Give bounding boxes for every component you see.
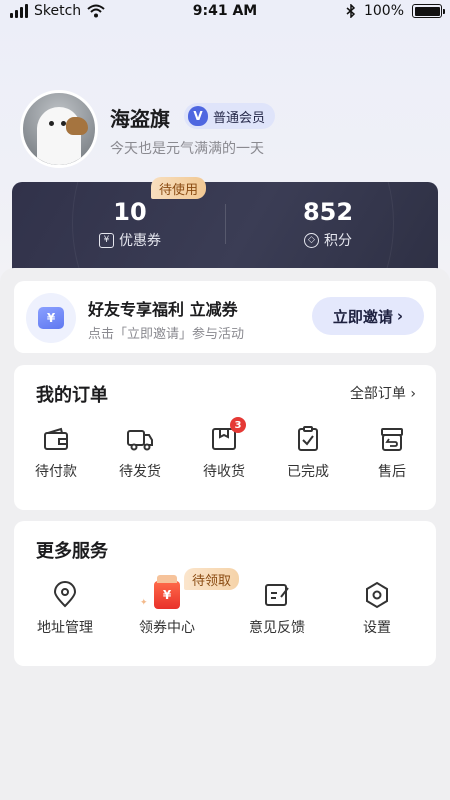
order-item-label: 待发货 (119, 464, 161, 480)
all-orders-link[interactable]: 全部订单 › (350, 383, 416, 403)
coupon-stat[interactable]: 10 ¥ 优惠券 (30, 198, 230, 250)
chevron-right-icon: › (396, 307, 404, 325)
order-item-to-receive[interactable]: 3 待收货 (182, 417, 266, 481)
profile-name: 海盗旗 (110, 107, 170, 131)
orders-card: 我的订单 全部订单 › 待付款 待发货 3 待收货 已完成 售后 (14, 365, 436, 510)
status-bar: Sketch 9:41 AM 100% (0, 0, 450, 24)
service-item-feedback[interactable]: 意见反馈 (234, 581, 320, 637)
invite-button-label: 立即邀请 (332, 307, 393, 326)
coupon-label: 优惠券 (119, 233, 161, 249)
battery-icon (412, 4, 445, 18)
sparkle-icon: ✦ (140, 598, 148, 608)
points-icon: ◇ (304, 232, 319, 248)
member-badge-label: 普通会员 (213, 110, 266, 126)
stats-divider (225, 204, 226, 244)
service-item-settings[interactable]: 设置 (334, 581, 420, 637)
coupon-count: 10 (113, 198, 147, 226)
member-badge[interactable]: V 普通会员 (184, 103, 276, 129)
feedback-icon (263, 581, 291, 609)
order-item-label: 售后 (378, 464, 406, 480)
stats-card: 10 ¥ 优惠券 852 ◇ 积分 (12, 182, 438, 278)
order-item-after-sales[interactable]: 售后 (350, 425, 434, 481)
invite-button[interactable]: 立即邀请 › (312, 297, 424, 335)
points-label: 积分 (324, 233, 352, 249)
order-item-label: 待收货 (203, 464, 245, 480)
truck-icon (126, 425, 154, 453)
invite-card[interactable]: ¥ 好友专享福利 立减券 点击「立即邀请」参与活动 立即邀请 › (14, 281, 436, 353)
order-item-label: 待付款 (35, 464, 77, 480)
order-item-to-ship[interactable]: 待发货 (98, 425, 182, 481)
service-item-address[interactable]: 地址管理 (22, 581, 108, 637)
services-title: 更多服务 (36, 541, 108, 562)
clipboard-check-icon (294, 425, 322, 453)
coupon-center-icon: ¥ (154, 575, 180, 609)
invite-title: 好友专享福利 立减券 (88, 300, 238, 319)
pending-use-tag: 待使用 (151, 177, 207, 199)
service-item-label: 领券中心 (139, 620, 195, 636)
battery-percent: 100% (363, 3, 404, 19)
avatar-dog-face (66, 117, 88, 135)
services-card: 更多服务 地址管理 ¥ 领券中心 意见反馈 设置 (14, 521, 436, 666)
invite-subtitle: 点击「立即邀请」参与活动 (88, 327, 245, 342)
avatar[interactable] (20, 90, 98, 168)
to-claim-tag: 待领取 (184, 568, 240, 590)
location-pin-icon (51, 581, 79, 609)
order-item-label: 已完成 (287, 464, 329, 480)
order-item-completed[interactable]: 已完成 (266, 425, 350, 481)
bluetooth-icon (346, 4, 356, 18)
service-item-label: 设置 (363, 620, 391, 636)
vip-shield-icon: V (188, 106, 208, 126)
profile-tagline: 今天也是元气满满的一天 (110, 141, 264, 157)
return-box-icon (378, 425, 406, 453)
coupon-icon: ¥ (99, 232, 114, 248)
points-stat[interactable]: 852 ◇ 积分 (228, 198, 428, 250)
box-icon: 3 (210, 417, 246, 453)
settings-icon (363, 581, 391, 609)
orders-title: 我的订单 (36, 385, 108, 406)
invite-coupon-icon: ¥ (26, 293, 76, 343)
service-item-label: 意见反馈 (249, 620, 305, 636)
order-item-pending-payment[interactable]: 待付款 (14, 425, 98, 481)
points-count: 852 (302, 198, 354, 226)
to-receive-badge: 3 (230, 417, 246, 433)
wallet-icon (42, 425, 70, 453)
service-item-label: 地址管理 (37, 620, 93, 636)
